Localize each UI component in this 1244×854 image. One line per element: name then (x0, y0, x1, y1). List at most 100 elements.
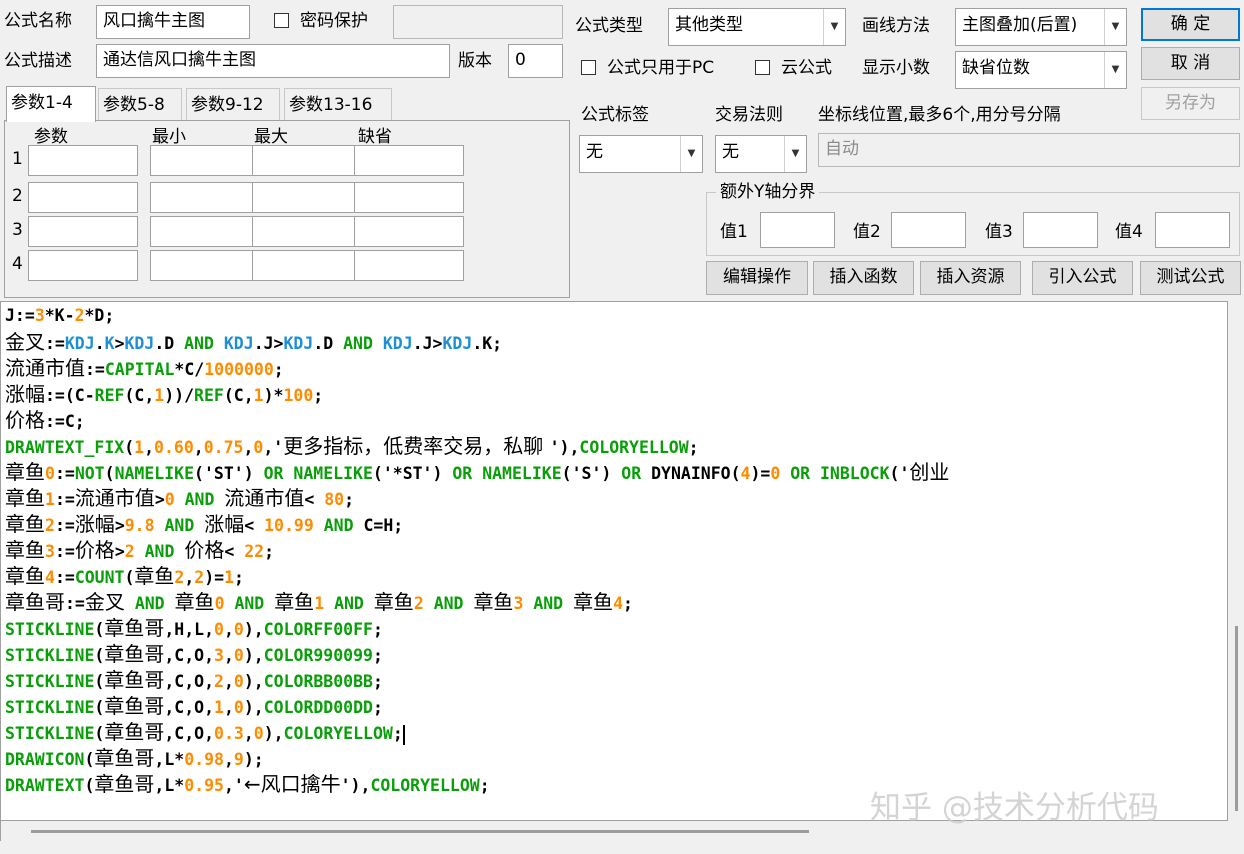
code-token: 1 (134, 438, 145, 457)
decimals-select[interactable]: 缺省位数 ▼ (955, 51, 1127, 89)
param-cell-max[interactable] (252, 250, 362, 281)
code-token: ; (372, 672, 383, 691)
pc-only-checkbox[interactable] (581, 60, 596, 75)
param-cell-default[interactable] (354, 182, 464, 213)
param-cell-name[interactable] (28, 182, 138, 213)
extra-y-label-4: 值4 (1115, 222, 1143, 242)
code-token: KDJ (223, 334, 254, 353)
code-token: ,C,O, (164, 698, 215, 717)
insert-function-button[interactable]: 插入函数 (813, 261, 914, 295)
code-token: AND (184, 490, 225, 509)
code-token: := (54, 542, 75, 561)
code-token: 2 (124, 542, 135, 561)
extra-y-input-1[interactable] (760, 212, 835, 248)
axis-positions-input[interactable]: 自动 (818, 133, 1240, 167)
save-as-button[interactable]: 另存为 (1141, 87, 1240, 120)
code-token: ('*ST') (372, 464, 453, 483)
extra-y-input-3[interactable] (1023, 212, 1098, 248)
import-formula-button[interactable]: 引入公式 (1032, 261, 1133, 295)
horizontal-scroll-thumb[interactable] (31, 830, 809, 833)
code-editor[interactable]: J:=3*K-2*D; 金叉:=KDJ.K>KDJ.D AND KDJ.J>KDJ… (0, 301, 1228, 821)
edit-ops-button[interactable]: 编辑操作 (706, 261, 808, 295)
code-token: .D (154, 334, 185, 353)
param-cell-name[interactable] (28, 250, 138, 281)
code-token: NAMELIKE (482, 464, 562, 483)
draw-method-select[interactable]: 主图叠加(后置) ▼ (955, 8, 1127, 46)
code-token: 章鱼 (373, 590, 414, 614)
extra-y-label-1: 值1 (720, 222, 748, 242)
code-token: 9 (233, 750, 244, 769)
formula-name-input[interactable]: 风口擒牛主图 (96, 5, 250, 39)
param-cell-default[interactable] (354, 145, 464, 176)
code-token: ( (84, 750, 95, 769)
password-checkbox[interactable] (274, 13, 289, 28)
code-token: , (223, 646, 234, 665)
param-cell-min[interactable] (150, 182, 260, 213)
code-line: 章鱼2:=涨幅>9.8 AND 涨幅< 10.99 AND C=H; (5, 511, 403, 537)
code-token: ( (94, 646, 105, 665)
code-token: ; (623, 594, 633, 613)
param-cell-name[interactable] (28, 145, 138, 176)
code-token: ( (124, 568, 135, 587)
code-token: 章鱼 (5, 460, 45, 484)
password-input[interactable] (393, 5, 563, 39)
version-input[interactable]: 0 (508, 44, 563, 78)
code-token: , (243, 438, 254, 457)
extra-y-input-4[interactable] (1155, 212, 1230, 248)
code-line: STICKLINE(章鱼哥,H,L,0,0),COLORFF00FF; (5, 615, 383, 641)
trade-rule-select[interactable]: 无 ▼ (715, 135, 807, 173)
tab-params-1-4[interactable]: 参数1-4 (6, 86, 96, 122)
code-token: , (223, 750, 234, 769)
code-token: , (193, 438, 204, 457)
param-cell-max[interactable] (252, 182, 362, 213)
code-token: 章鱼 (5, 486, 45, 510)
code-token: (C, (223, 386, 254, 405)
code-line: 章鱼1:=流通市值>0 AND 流通市值< 80; (5, 485, 354, 511)
ok-button[interactable]: 确 定 (1141, 8, 1240, 41)
code-token: 章鱼哥 (104, 668, 165, 692)
code-token: *K- (44, 306, 75, 325)
formula-tag-select[interactable]: 无 ▼ (579, 135, 703, 173)
vertical-scroll-thumb[interactable] (1235, 626, 1238, 811)
param-cell-min[interactable] (150, 216, 260, 247)
param-cell-max[interactable] (252, 216, 362, 247)
param-cell-min[interactable] (150, 145, 260, 176)
extra-y-input-2[interactable] (891, 212, 966, 248)
test-formula-button[interactable]: 测试公式 (1140, 261, 1241, 295)
param-cell-name[interactable] (28, 216, 138, 247)
code-token: < (304, 490, 325, 509)
code-token: ←风口擒牛 (243, 772, 341, 796)
tab-params-5-8[interactable]: 参数5-8 (98, 88, 182, 120)
code-token: CAPITAL (104, 360, 175, 379)
param-cell-default[interactable] (354, 250, 464, 281)
code-line: STICKLINE(章鱼哥,C,O,0.3,0),COLORYELLOW; (5, 719, 405, 745)
code-line: DRAWTEXT_FIX(1,0.60,0.75,0,'更多指标，低费率交易，私… (5, 433, 699, 459)
code-token: DRAWTEXT (5, 776, 85, 795)
code-token: COLORYELLOW (370, 776, 480, 795)
code-token: 100 (283, 386, 314, 405)
tab-params-9-12[interactable]: 参数9-12 (186, 88, 280, 120)
code-token: ( (84, 776, 95, 795)
cloud-checkbox[interactable] (755, 60, 770, 75)
cancel-button[interactable]: 取 消 (1141, 47, 1240, 80)
code-token: KDJ (382, 334, 413, 353)
code-token: ('S') (561, 464, 622, 483)
tab-params-13-16[interactable]: 参数13-16 (284, 88, 392, 120)
code-token: ('ST') (194, 464, 264, 483)
code-token: NAMELIKE (293, 464, 373, 483)
param-cell-default[interactable] (354, 216, 464, 247)
param-row-number: 3 (12, 220, 23, 240)
formula-desc-input[interactable]: 通达信风口擒牛主图 (96, 44, 450, 78)
param-cell-min[interactable] (150, 250, 260, 281)
vertical-scrollbar[interactable] (1228, 301, 1244, 841)
insert-resource-button[interactable]: 插入资源 (920, 261, 1021, 295)
code-token: AND (134, 594, 175, 613)
formula-type-select[interactable]: 其他类型 ▼ (668, 8, 846, 46)
param-cell-max[interactable] (252, 145, 362, 176)
code-token: , (223, 672, 234, 691)
code-token: ; (344, 490, 355, 509)
